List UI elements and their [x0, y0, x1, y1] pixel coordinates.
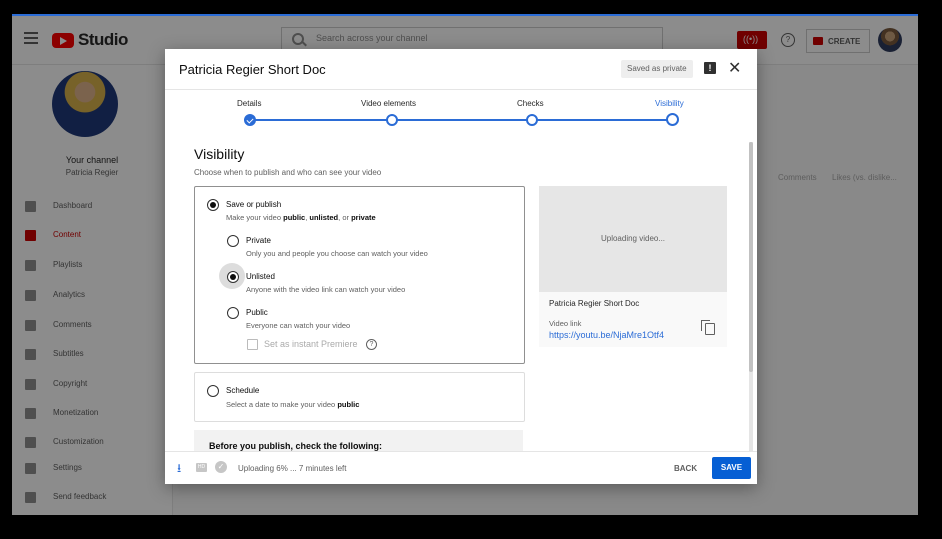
step-details[interactable]: Details: [237, 99, 261, 108]
upload-status: Uploading 6% ... 7 minutes left: [238, 464, 347, 473]
private-label: Private: [246, 236, 271, 245]
step-details-check-icon[interactable]: [244, 114, 256, 126]
private-radio[interactable]: [227, 235, 239, 247]
scroll-thumb[interactable]: [749, 142, 753, 372]
video-preview-card: Uploading video... Patricia Regier Short…: [539, 186, 727, 347]
visibility-heading: Visibility: [194, 146, 245, 162]
hd-icon: HD: [196, 463, 207, 472]
public-radio[interactable]: [227, 307, 239, 319]
uploading-video-text: Uploading video...: [600, 234, 666, 243]
back-button[interactable]: BACK: [674, 464, 697, 473]
scrollbar[interactable]: [749, 142, 753, 453]
video-link-label: Video link: [549, 319, 582, 328]
help-question-icon[interactable]: ?: [366, 339, 377, 350]
upload-icon[interactable]: ⭳: [177, 462, 187, 474]
unlisted-label: Unlisted: [246, 272, 275, 281]
step-video-elements-dot[interactable]: [386, 114, 398, 126]
schedule-desc: Select a date to make your video public: [226, 400, 360, 409]
report-feedback-icon[interactable]: !: [704, 62, 716, 74]
before-publish-heading: Before you publish, check the following:: [209, 441, 383, 451]
saved-status-badge: Saved as private: [621, 60, 693, 78]
divider: [165, 89, 757, 90]
save-or-publish-desc: Make your video public, unlisted, or pri…: [226, 213, 376, 222]
save-or-publish-panel: Save or publish Make your video public, …: [194, 186, 525, 364]
public-label: Public: [246, 308, 268, 317]
step-checks[interactable]: Checks: [517, 99, 544, 108]
video-link[interactable]: https://youtu.be/NjaMre1Otf4: [549, 330, 664, 340]
video-preview: Uploading video...: [539, 186, 727, 292]
unlisted-desc: Anyone with the video link can watch you…: [246, 285, 406, 294]
copy-icon[interactable]: [701, 320, 715, 335]
save-or-publish-label: Save or publish: [226, 200, 282, 209]
instant-premiere-checkbox[interactable]: [247, 339, 258, 350]
save-button[interactable]: SAVE: [712, 457, 751, 479]
dialog-title: Patricia Regier Short Doc: [179, 62, 326, 77]
private-desc: Only you and people you choose can watch…: [246, 249, 428, 258]
step-checks-dot[interactable]: [526, 114, 538, 126]
app-window: Studio Search across your channel ((•)) …: [12, 14, 918, 515]
save-or-publish-radio[interactable]: [207, 199, 219, 211]
step-video-elements[interactable]: Video elements: [361, 99, 416, 108]
dialog-footer: ⭳ HD ✓ Uploading 6% ... 7 minutes left B…: [165, 451, 757, 484]
step-visibility-dot[interactable]: [666, 113, 679, 126]
preview-title: Patricia Regier Short Doc: [549, 299, 640, 308]
visibility-subtitle: Choose when to publish and who can see y…: [194, 168, 382, 177]
instant-premiere-label: Set as instant Premiere: [264, 339, 358, 349]
close-icon[interactable]: ✕: [728, 58, 741, 78]
upload-dialog: Patricia Regier Short Doc Saved as priva…: [165, 49, 757, 484]
step-visibility[interactable]: Visibility: [655, 99, 684, 108]
checks-status-icon: ✓: [215, 461, 227, 473]
unlisted-radio[interactable]: [227, 271, 239, 283]
schedule-panel: Schedule Select a date to make your vide…: [194, 372, 525, 422]
public-desc: Everyone can watch your video: [246, 321, 351, 330]
schedule-radio[interactable]: [207, 385, 219, 397]
stepper-line: [250, 119, 672, 121]
schedule-label: Schedule: [226, 386, 260, 395]
